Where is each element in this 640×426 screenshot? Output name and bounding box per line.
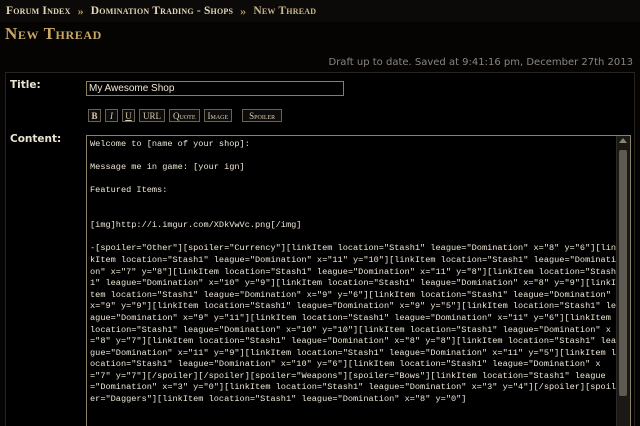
breadcrumb-domination-trading-shops[interactable]: Domination Trading - Shops — [91, 5, 233, 17]
quote-button[interactable]: Quote — [169, 109, 200, 122]
scrollbar-thumb[interactable] — [619, 150, 627, 396]
draft-status: Draft up to date. Saved at 9:41:16 pm, D… — [328, 57, 634, 68]
breadcrumb: Forum Index » Domination Trading - Shops… — [0, 0, 640, 22]
spoiler-button[interactable]: Spoiler — [242, 109, 283, 122]
scroll-up-arrow-icon[interactable] — [619, 138, 627, 143]
breadcrumb-separator: » — [77, 3, 84, 18]
url-button[interactable]: URL — [139, 109, 165, 122]
breadcrumb-new-thread[interactable]: New Thread — [253, 5, 316, 17]
breadcrumb-separator: » — [240, 3, 247, 18]
title-label: Title: — [10, 79, 41, 91]
content-textarea[interactable]: Welcome to [name of your shop]: Message … — [86, 135, 631, 426]
content-label: Content: — [10, 133, 62, 145]
italic-button[interactable]: I — [105, 109, 118, 122]
formatting-toolbar: B I U URL Quote Image Spoiler — [88, 109, 283, 122]
image-button[interactable]: Image — [203, 109, 233, 122]
breadcrumb-forum-index[interactable]: Forum Index — [6, 5, 71, 17]
page-title: New Thread — [5, 24, 102, 43]
title-input[interactable] — [86, 81, 344, 96]
content-text[interactable]: Welcome to [name of your shop]: Message … — [90, 139, 617, 406]
editor-scrollbar[interactable] — [616, 136, 630, 426]
bold-button[interactable]: B — [88, 109, 101, 122]
underline-button[interactable]: U — [122, 109, 135, 122]
